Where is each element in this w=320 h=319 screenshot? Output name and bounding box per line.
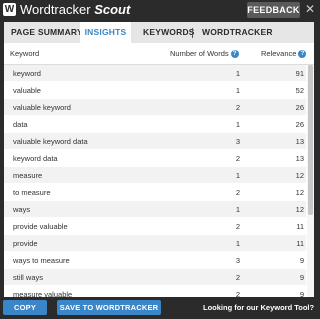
tab-keywords[interactable]: KEYWORDS <box>143 22 195 43</box>
table-row[interactable]: keyword 1 91 <box>4 65 306 82</box>
wordtracker-logo-icon: W <box>3 3 16 16</box>
keyword-table-body: keyword 1 91 valuable 1 52 valuable keyword 2 26… <box>4 65 306 297</box>
tab-divider <box>192 28 193 38</box>
number-of-words-cell: 1 <box>235 205 240 214</box>
tab-bar: PAGE SUMMARY INSIGHTS KEYWORDS WORDTRACK… <box>4 22 314 43</box>
table-row[interactable]: ways to measure 3 9 <box>4 252 306 269</box>
number-of-words-cell: 2 <box>235 273 240 282</box>
copy-button[interactable]: COPY <box>3 300 47 315</box>
column-number-of-words-label: Number of Words <box>170 49 229 58</box>
number-of-words-cell: 2 <box>235 103 240 112</box>
keyword-cell: valuable keyword <box>13 103 71 112</box>
header-bar: W Wordtracker Scout FEEDBACK ✕ <box>0 0 318 20</box>
relevance-cell: 12 <box>295 171 304 180</box>
table-row[interactable]: provide 1 11 <box>4 235 306 252</box>
help-icon[interactable]: ? <box>298 50 307 59</box>
number-of-words-cell: 3 <box>235 256 240 265</box>
relevance-cell: 11 <box>296 222 304 231</box>
keyword-cell: valuable keyword data <box>13 137 88 146</box>
column-number-of-words[interactable]: Number of Words? <box>170 43 239 65</box>
keyword-cell: measure valuable <box>13 290 73 297</box>
table-row[interactable]: measure valuable 2 9 <box>4 286 306 297</box>
brand-name: Wordtracker <box>20 2 91 17</box>
feedback-button[interactable]: FEEDBACK <box>247 2 300 18</box>
keyword-cell: provide <box>13 239 38 248</box>
save-to-wordtracker-button[interactable]: SAVE TO WORDTRACKER <box>57 300 161 315</box>
keyword-cell: keyword <box>13 69 41 78</box>
relevance-cell: 26 <box>295 103 304 112</box>
number-of-words-cell: 3 <box>235 137 240 146</box>
table-row[interactable]: ways 1 12 <box>4 201 306 218</box>
number-of-words-cell: 2 <box>235 154 240 163</box>
relevance-cell: 9 <box>299 290 304 297</box>
tab-page-summary[interactable]: PAGE SUMMARY <box>11 22 83 43</box>
column-relevance[interactable]: Relevance? <box>261 43 307 65</box>
table-row[interactable]: valuable 1 52 <box>4 82 306 99</box>
insights-panel: Keyword Number of Words? Relevance? keyw… <box>4 43 314 297</box>
brand-product: Scout <box>94 2 131 17</box>
table-header: Keyword Number of Words? Relevance? <box>4 43 314 65</box>
tab-wordtracker[interactable]: WORDTRACKER <box>202 22 273 43</box>
table-row[interactable]: valuable keyword 2 26 <box>4 99 306 116</box>
table-row[interactable]: to measure 2 12 <box>4 184 306 201</box>
table-row[interactable]: valuable keyword data 3 13 <box>4 133 306 150</box>
table-row[interactable]: keyword data 2 13 <box>4 150 306 167</box>
table-row[interactable]: measure 1 12 <box>4 167 306 184</box>
table-row[interactable]: still ways 2 9 <box>4 269 306 286</box>
column-relevance-label: Relevance <box>261 49 297 58</box>
close-icon[interactable]: ✕ <box>304 3 316 15</box>
keyword-cell: still ways <box>13 273 44 282</box>
keyword-tool-link[interactable]: Looking for our Keyword Tool? <box>203 300 314 315</box>
keyword-cell: measure <box>13 171 43 180</box>
keyword-cell: valuable <box>13 86 41 95</box>
relevance-cell: 52 <box>295 86 304 95</box>
scrollbar[interactable] <box>307 65 314 297</box>
keyword-cell: ways to measure <box>13 256 70 265</box>
column-keyword[interactable]: Keyword <box>10 43 39 65</box>
relevance-cell: 91 <box>295 69 304 78</box>
keyword-cell: data <box>13 120 28 129</box>
relevance-cell: 12 <box>295 205 304 214</box>
number-of-words-cell: 2 <box>235 290 240 297</box>
tab-insights[interactable]: INSIGHTS <box>80 22 131 43</box>
wordtracker-scout-window: W Wordtracker Scout FEEDBACK ✕ PAGE SUMM… <box>0 0 318 319</box>
number-of-words-cell: 2 <box>235 188 240 197</box>
keyword-cell: ways <box>13 205 31 214</box>
footer-bar: COPY SAVE TO WORDTRACKER Looking for our… <box>0 297 318 319</box>
app-title: Wordtracker Scout <box>20 2 130 18</box>
relevance-cell: 9 <box>299 256 304 265</box>
keyword-cell: provide valuable <box>13 222 68 231</box>
help-icon[interactable]: ? <box>230 50 239 59</box>
keyword-cell: keyword data <box>13 154 58 163</box>
table-row[interactable]: provide valuable 2 11 <box>4 218 306 235</box>
table-row[interactable]: data 1 26 <box>4 116 306 133</box>
scrollbar-thumb[interactable] <box>308 65 313 215</box>
number-of-words-cell: 1 <box>235 120 240 129</box>
number-of-words-cell: 1 <box>235 69 240 78</box>
number-of-words-cell: 2 <box>235 222 240 231</box>
relevance-cell: 13 <box>295 137 304 146</box>
number-of-words-cell: 1 <box>235 239 240 248</box>
relevance-cell: 9 <box>299 273 304 282</box>
relevance-cell: 13 <box>295 154 304 163</box>
relevance-cell: 11 <box>296 239 304 248</box>
keyword-cell: to measure <box>13 188 51 197</box>
relevance-cell: 26 <box>295 120 304 129</box>
number-of-words-cell: 1 <box>235 171 240 180</box>
number-of-words-cell: 1 <box>235 86 240 95</box>
relevance-cell: 12 <box>295 188 304 197</box>
